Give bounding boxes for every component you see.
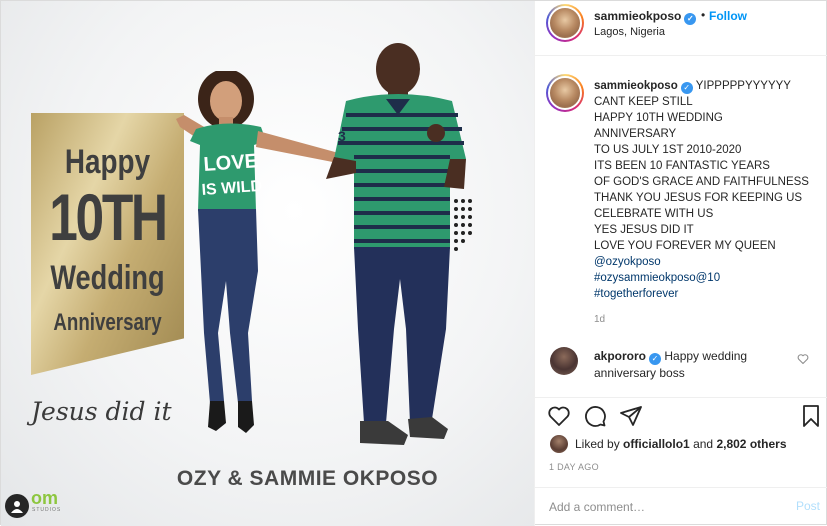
instagram-post: Happy 10TH Wedding Anniversary LOVE IS W… xyxy=(0,0,827,526)
post-button[interactable]: Post xyxy=(796,499,820,513)
caption-text: sammieokposo ✓ YIPPPPPYYYYYY CANT KEEP ST… xyxy=(594,78,822,302)
follow-button[interactable]: Follow xyxy=(709,9,747,23)
post-image[interactable]: Happy 10TH Wedding Anniversary LOVE IS W… xyxy=(1,1,534,526)
studio-logo-sub: STUDIOS xyxy=(32,507,62,513)
verified-badge-icon: ✓ xyxy=(649,353,662,365)
likes-summary: Liked by officiallolo1 and 2,802 others xyxy=(575,437,787,451)
comment-like-heart-icon[interactable] xyxy=(797,353,809,365)
caption-line-0: YIPPPPPYYYYYY xyxy=(695,80,791,92)
caption-section: sammieokposo ✓ YIPPPPPYYYYYY CANT KEEP ST… xyxy=(535,57,827,334)
studio-logo: om xyxy=(31,488,58,508)
caption-line-5: ITS BEEN 10 FANTASTIC YEARS xyxy=(594,160,770,172)
header-separator: • xyxy=(701,8,706,22)
commenter-avatar[interactable] xyxy=(550,347,578,375)
user-silhouette-icon xyxy=(11,501,23,513)
caption-avatar[interactable] xyxy=(546,74,584,112)
caption-username[interactable]: sammieokposo xyxy=(594,80,678,92)
banner-line-wedding: Wedding xyxy=(50,259,165,297)
location-link[interactable]: Lagos, Nigeria xyxy=(594,26,665,38)
caption-line-10: LOVE YOU FOREVER MY QUEEN xyxy=(594,240,776,252)
commenter-username[interactable]: akpororo xyxy=(594,349,646,363)
comment-text: akpororo ✓ Happy wedding anniversary boss xyxy=(594,348,789,381)
caption-line-3: ANNIVERSARY xyxy=(594,128,677,140)
caption-age[interactable]: 1d xyxy=(594,314,605,325)
caption-line-7: THANK YOU JESUS FOR KEEPING US xyxy=(594,192,803,204)
comment-input[interactable] xyxy=(549,497,779,517)
header-username-text[interactable]: sammieokposo xyxy=(594,9,681,23)
verified-badge-icon: ✓ xyxy=(680,82,693,94)
comment-icon[interactable] xyxy=(583,404,607,428)
comment-row: akpororo ✓ Happy wedding anniversary boss xyxy=(535,337,827,389)
likes-others-link[interactable]: 2,802 others xyxy=(716,437,786,451)
caption-line-9: YES JESUS DID IT xyxy=(594,224,694,236)
caption-line-8: CELEBRATE WITH US xyxy=(594,208,714,220)
share-icon[interactable] xyxy=(619,404,643,428)
jesus-did-it-tagline: Jesus did it xyxy=(31,397,172,426)
banner-line-10th: 10TH xyxy=(49,180,168,254)
jersey-number: 3 xyxy=(338,128,346,144)
couple-name: OZY & SAMMIE OKPOSO xyxy=(176,467,439,490)
likes-prefix: Liked by xyxy=(575,437,620,451)
caption-line-6: OF GOD'S GRACE AND FAITHFULNESS xyxy=(594,176,809,188)
post-date[interactable]: 1 DAY AGO xyxy=(549,462,599,472)
hashtag-link-1[interactable]: #ozysammieokposo@10 xyxy=(594,270,822,286)
banner-line-happy: Happy xyxy=(64,143,151,181)
post-side-panel: sammieokposo ✓ • Follow Lagos, Nigeria sa… xyxy=(534,1,827,526)
caption-line-1: CANT KEEP STILL xyxy=(594,96,693,108)
bookmark-icon[interactable] xyxy=(799,404,823,428)
caption-line-2: HAPPY 10TH WEDDING xyxy=(594,112,723,124)
tagged-user-icon[interactable] xyxy=(5,494,29,518)
liker-avatar[interactable] xyxy=(550,435,568,453)
header-avatar[interactable] xyxy=(546,4,584,42)
anniversary-banner: Happy 10TH Wedding Anniversary xyxy=(31,113,184,375)
post-header: sammieokposo ✓ • Follow Lagos, Nigeria xyxy=(535,1,827,56)
heart-icon[interactable] xyxy=(547,404,571,428)
verified-badge-icon: ✓ xyxy=(684,13,697,25)
add-comment-bar: Post xyxy=(535,487,827,526)
action-bar: Liked by officiallolo1 and 2,802 others … xyxy=(535,397,827,487)
mention-link[interactable]: @ozyokposo xyxy=(594,254,822,270)
caption-line-4: TO US JULY 1ST 2010-2020 xyxy=(594,144,742,156)
dots-decoration xyxy=(454,199,472,251)
hashtag-link-2[interactable]: #togetherforever xyxy=(594,286,822,302)
shirt-text-love: LOVE xyxy=(203,150,259,176)
banner-line-anniversary: Anniversary xyxy=(53,309,162,336)
likes-and: and xyxy=(693,437,714,451)
liker-username[interactable]: officiallolo1 xyxy=(623,437,690,451)
header-username[interactable]: sammieokposo ✓ xyxy=(594,9,697,25)
